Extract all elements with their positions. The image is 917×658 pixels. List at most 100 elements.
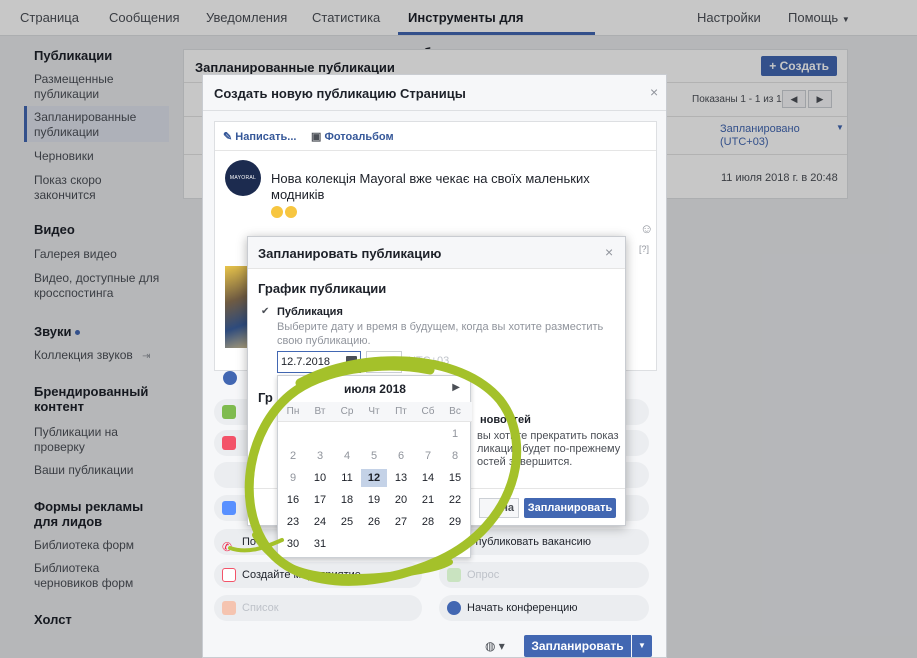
calendar-day[interactable]: 7 xyxy=(415,447,441,465)
option-list[interactable]: Список xyxy=(214,595,422,621)
calendar-day[interactable]: 2 xyxy=(280,447,306,465)
news-text-partial: остей завершится. xyxy=(477,456,573,468)
option-icon xyxy=(222,501,236,515)
calendar-day[interactable]: 16 xyxy=(280,491,306,509)
weekday-label: Вт xyxy=(314,406,326,417)
schedule-confirm-button[interactable]: Запланировать xyxy=(524,498,616,518)
close-icon[interactable]: × xyxy=(650,84,658,100)
close-icon[interactable]: × xyxy=(605,244,613,260)
calendar-day[interactable]: 14 xyxy=(415,469,441,487)
weekday-label: Вс xyxy=(449,406,461,417)
date-value: 12.7.2018 xyxy=(281,356,330,368)
calendar-day[interactable]: 28 xyxy=(415,513,441,531)
time-input[interactable] xyxy=(366,351,402,373)
phone-icon: ✆ xyxy=(222,540,233,554)
compose-title: Создать новую публикацию Страницы xyxy=(214,86,466,101)
publication-label: Публикация xyxy=(277,306,343,318)
calendar-day[interactable]: 29 xyxy=(442,513,468,531)
weekday-label: Пн xyxy=(286,406,300,417)
schedule-button[interactable]: Запланировать xyxy=(524,635,631,657)
calendar-day[interactable]: 27 xyxy=(388,513,414,531)
publication-description: Выберите дату и время в будущем, когда в… xyxy=(277,321,604,347)
calendar-day[interactable]: 26 xyxy=(361,513,387,531)
write-label: Написать... xyxy=(235,131,297,143)
album-icon: ▣ xyxy=(311,131,322,143)
poll-label: Опрос xyxy=(467,569,500,581)
option-contact-label: По xyxy=(242,536,257,548)
chevron-down-icon: ▼ xyxy=(638,641,646,650)
pencil-icon: ✎ xyxy=(223,131,233,143)
calendar-day[interactable]: 3 xyxy=(307,447,333,465)
globe-icon[interactable]: ◍ ▾ xyxy=(485,639,505,653)
option-create-event[interactable]: Создайте мероприятие xyxy=(214,562,422,588)
avatar: MAYORAL xyxy=(225,160,261,196)
option-poll[interactable]: Опрос xyxy=(439,562,649,588)
calendar-day[interactable]: 8 xyxy=(442,447,468,465)
calendar-day[interactable]: 15 xyxy=(442,469,468,487)
emoji-picker-icon[interactable]: ☺ xyxy=(640,221,653,236)
calendar-day[interactable]: 9 xyxy=(280,469,306,487)
date-picker: июля 2018 ▶ Пн Вт Ср Чт Пт Сб Вс 1 2 3 4 5 6 7 8 9 10 11 1… xyxy=(277,375,472,558)
date-input[interactable]: 12.7.2018 xyxy=(277,351,361,373)
calendar-day[interactable]: 25 xyxy=(334,513,360,531)
tab-write[interactable]: ✎ Написать... xyxy=(223,130,296,143)
calendar-day[interactable]: 23 xyxy=(280,513,306,531)
calendar-day[interactable]: 12 xyxy=(361,469,387,487)
calendar-day[interactable]: 10 xyxy=(307,469,333,487)
calendar-day[interactable]: 1 xyxy=(442,425,468,443)
calendar-day[interactable]: 11 xyxy=(334,469,360,487)
news-text-partial: вы хотите прекратить показ xyxy=(477,430,619,442)
poll-icon xyxy=(447,568,461,582)
calendar-day[interactable]: 17 xyxy=(307,491,333,509)
chevron-right-icon: ▶ xyxy=(452,382,460,393)
calendar-day[interactable]: 5 xyxy=(361,447,387,465)
calendar-day[interactable]: 22 xyxy=(442,491,468,509)
timezone-label: UTC+03 xyxy=(408,355,450,367)
post-text[interactable]: Нова колекція Mayoral вже чекає на своїх… xyxy=(271,171,641,219)
weekday-label: Пт xyxy=(395,406,407,417)
emoji-icon xyxy=(285,205,297,218)
calendar-plus-icon xyxy=(222,568,236,582)
emoji-icon xyxy=(271,205,283,218)
calendar-day[interactable]: 19 xyxy=(361,491,387,509)
compose-header: Создать новую публикацию Страницы × xyxy=(203,75,666,111)
album-label: Фотоальбом xyxy=(324,131,394,143)
list-icon xyxy=(222,601,236,615)
calendar-day[interactable]: 30 xyxy=(280,535,306,553)
section-title: График публикации xyxy=(258,281,387,296)
calendar-day[interactable]: 13 xyxy=(388,469,414,487)
audience-icon[interactable] xyxy=(223,371,237,385)
option-icon xyxy=(222,436,236,450)
photo-icon xyxy=(222,405,236,419)
calendar-day[interactable]: 4 xyxy=(334,447,360,465)
option-start-conference[interactable]: Начать конференцию xyxy=(439,595,649,621)
question-icon xyxy=(447,601,461,615)
next-month-button[interactable]: ▶ xyxy=(452,382,460,393)
calendar-icon[interactable] xyxy=(346,356,357,367)
section-title-partial: Гр xyxy=(258,390,273,405)
calendar-day[interactable]: 24 xyxy=(307,513,333,531)
help-mark[interactable]: [?] xyxy=(639,244,649,254)
schedule-dialog-title: Запланировать публикацию xyxy=(258,246,442,261)
weekday-label: Чт xyxy=(368,406,380,417)
news-heading-partial: новостей xyxy=(480,414,531,426)
create-event-label: Создайте мероприятие xyxy=(242,569,361,581)
publication-checkbox[interactable]: ✔ xyxy=(261,307,271,317)
schedule-dialog-header: Запланировать публикацию × xyxy=(248,237,625,269)
news-text-partial: ликация будет по-прежнему xyxy=(477,443,621,455)
post-text-content: Нова колекція Mayoral вже чекає на своїх… xyxy=(271,171,590,202)
cancel-button[interactable]: ена xyxy=(479,498,519,518)
publish-job-label: Опубликовать вакансию xyxy=(467,536,591,548)
calendar-month: июля 2018 xyxy=(344,382,406,396)
start-conference-label: Начать конференцию xyxy=(467,602,578,614)
calendar-day[interactable]: 31 xyxy=(307,535,333,553)
schedule-dropdown-button[interactable]: ▼ xyxy=(632,635,652,657)
calendar-day[interactable]: 20 xyxy=(388,491,414,509)
weekday-label: Ср xyxy=(340,406,354,417)
divider xyxy=(215,150,656,151)
compose-footer: ◍ ▾ Запланировать ▼ xyxy=(203,631,666,658)
tab-photo-album[interactable]: ▣ Фотоальбом xyxy=(311,130,394,143)
calendar-day[interactable]: 18 xyxy=(334,491,360,509)
calendar-day[interactable]: 21 xyxy=(415,491,441,509)
calendar-day[interactable]: 6 xyxy=(388,447,414,465)
